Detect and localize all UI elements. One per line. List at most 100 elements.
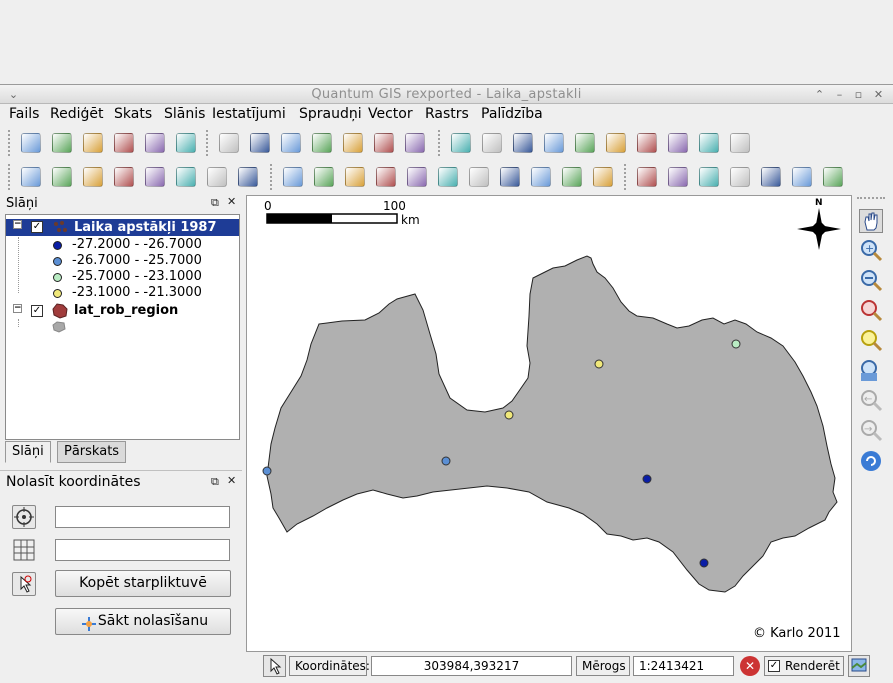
- reshape-icon[interactable]: [497, 165, 523, 189]
- layer-checkbox[interactable]: ✓: [31, 221, 43, 233]
- projection-status-icon[interactable]: [848, 655, 870, 677]
- deselect-icon[interactable]: [510, 131, 536, 155]
- add-vector-layer-icon[interactable]: [216, 131, 242, 155]
- show-bookmarks-icon[interactable]: [665, 131, 691, 155]
- layer-row-lat-rob-region[interactable]: − ✓ lat_rob_region: [6, 303, 239, 320]
- split-features-icon[interactable]: [528, 165, 554, 189]
- render-checkbox[interactable]: ✓: [768, 660, 780, 672]
- zoom-out-icon[interactable]: [859, 269, 883, 293]
- toolbar-grip[interactable]: [438, 130, 442, 156]
- float-icon[interactable]: ⧉: [211, 475, 219, 489]
- tab-slani[interactable]: Slāņi: [5, 441, 51, 463]
- pan-icon[interactable]: [859, 209, 883, 233]
- crs-coordinate-field[interactable]: [55, 506, 230, 528]
- paste-features-icon[interactable]: [235, 165, 261, 189]
- measure-line-icon[interactable]: [572, 131, 598, 155]
- print-icon[interactable]: [173, 131, 199, 155]
- scale-bar-icon[interactable]: [758, 165, 784, 189]
- print-composer-icon[interactable]: [142, 131, 168, 155]
- layer-row-laika[interactable]: − ✓ Laika apstākļi 1987: [6, 219, 239, 236]
- scale-value-field[interactable]: 1:2413421: [633, 656, 734, 676]
- cut-features-icon[interactable]: [173, 165, 199, 189]
- text-annotation-icon[interactable]: [727, 131, 753, 155]
- station-point[interactable]: [699, 558, 709, 568]
- menu-spraudni[interactable]: Spraudņi: [299, 106, 362, 122]
- float-icon[interactable]: ⧉: [211, 196, 219, 210]
- dock-close-icon[interactable]: ✕: [227, 195, 236, 208]
- menu-palidziba[interactable]: Palīdzība: [481, 106, 543, 122]
- tab-parskats[interactable]: Pārskats: [57, 441, 127, 463]
- toggle-editing-icon[interactable]: [18, 165, 44, 189]
- toolbar-grip[interactable]: [270, 164, 274, 190]
- identify-icon[interactable]: [448, 131, 474, 155]
- new-vector-layer-icon[interactable]: [371, 131, 397, 155]
- toolbar-grip[interactable]: [8, 130, 12, 156]
- window-titlebar[interactable]: ⌄ Quantum GIS rexported - Laika_apstakli…: [0, 84, 893, 104]
- add-part-icon[interactable]: [404, 165, 430, 189]
- collapse-icon[interactable]: −: [13, 304, 22, 313]
- layer-checkbox[interactable]: ✓: [31, 305, 43, 317]
- zoom-in-icon[interactable]: +: [859, 239, 883, 263]
- remove-layer-icon[interactable]: [402, 131, 428, 155]
- station-point[interactable]: [731, 339, 741, 349]
- new-project-icon[interactable]: [18, 131, 44, 155]
- add-wms-layer-icon[interactable]: [340, 131, 366, 155]
- redo-icon[interactable]: [311, 165, 337, 189]
- delete-ring-icon[interactable]: [435, 165, 461, 189]
- menu-slanis[interactable]: Slānis: [164, 106, 205, 122]
- copy-features-icon[interactable]: [204, 165, 230, 189]
- add-postgis-layer-icon[interactable]: [278, 131, 304, 155]
- save-project-icon[interactable]: [80, 131, 106, 155]
- menu-rediget[interactable]: Rediģēt: [50, 106, 103, 122]
- globe-icon[interactable]: [696, 165, 722, 189]
- station-point[interactable]: [642, 474, 652, 484]
- delete-selected-icon[interactable]: [142, 165, 168, 189]
- mouse-coordinate-toggle-icon[interactable]: [263, 655, 286, 677]
- refresh-icon[interactable]: [859, 449, 883, 473]
- label-icon[interactable]: [696, 131, 722, 155]
- attribute-table-icon[interactable]: [541, 131, 567, 155]
- add-raster-layer-icon[interactable]: [247, 131, 273, 155]
- new-bookmark-icon[interactable]: [634, 131, 660, 155]
- zoom-last-icon[interactable]: ←: [859, 389, 883, 413]
- toolbar-grip[interactable]: [8, 164, 12, 190]
- select-icon[interactable]: [479, 131, 505, 155]
- delete-part-icon[interactable]: [466, 165, 492, 189]
- mouse-tracking-icon[interactable]: [12, 572, 36, 596]
- zoom-full-icon[interactable]: [859, 299, 883, 323]
- zoom-coordinate-icon[interactable]: [789, 165, 815, 189]
- station-point[interactable]: [441, 456, 451, 466]
- save-edits-icon[interactable]: [49, 165, 75, 189]
- maximize-icon[interactable]: ▫: [851, 87, 866, 102]
- start-capture-button[interactable]: Sākt nolasīšanu: [55, 608, 231, 635]
- render-toggle[interactable]: ✓ Renderēt: [764, 656, 844, 676]
- add-ring-icon[interactable]: [373, 165, 399, 189]
- crs-select-icon[interactable]: [12, 505, 36, 529]
- menu-iestatijumi[interactable]: Iestatījumi: [212, 106, 286, 122]
- toolbar-grip[interactable]: [857, 197, 885, 203]
- close-icon[interactable]: ✕: [871, 87, 886, 102]
- map-canvas[interactable]: 0 100 km N © Karlo 2011: [246, 195, 852, 652]
- simplify-feature-icon[interactable]: [342, 165, 368, 189]
- station-point[interactable]: [262, 466, 272, 476]
- copyright-label-icon[interactable]: [634, 165, 660, 189]
- save-as-icon[interactable]: [111, 131, 137, 155]
- coords-value-field[interactable]: 303984,393217: [371, 656, 572, 676]
- zoom-selection-icon[interactable]: [859, 329, 883, 353]
- menu-rastrs[interactable]: Rastrs: [425, 106, 469, 122]
- collapse-icon[interactable]: −: [13, 220, 22, 229]
- georeferencer-icon[interactable]: [665, 165, 691, 189]
- merge-features-icon[interactable]: [559, 165, 585, 189]
- menu-fails[interactable]: Fails: [9, 106, 39, 122]
- shade-icon[interactable]: ⌃: [812, 87, 827, 102]
- stop-render-icon[interactable]: ✕: [740, 656, 760, 676]
- rotate-point-icon[interactable]: [590, 165, 616, 189]
- north-arrow-icon[interactable]: [727, 165, 753, 189]
- copy-to-clipboard-button[interactable]: Kopēt starpliktuvē: [55, 570, 231, 597]
- station-point[interactable]: [594, 359, 604, 369]
- node-tool-icon[interactable]: [111, 165, 137, 189]
- map-coordinate-field[interactable]: [55, 539, 230, 561]
- station-point[interactable]: [504, 410, 514, 420]
- plugin-icon[interactable]: [820, 165, 846, 189]
- menu-vector[interactable]: Vector: [368, 106, 413, 122]
